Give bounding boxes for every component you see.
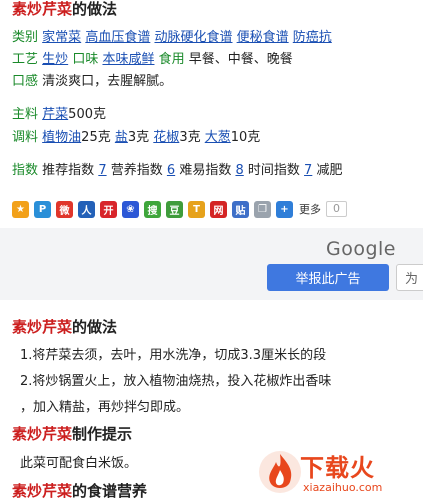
category-link[interactable]: 动脉硬化食谱 bbox=[154, 30, 232, 45]
index-value-link[interactable]: 8 bbox=[235, 163, 243, 178]
main-ingredient-link[interactable]: 芹菜 bbox=[42, 107, 68, 122]
main-label: 主料 bbox=[12, 107, 39, 122]
sohu-icon[interactable]: 搜 bbox=[144, 200, 161, 218]
craft-label: 工艺 bbox=[12, 52, 39, 67]
craft-link[interactable]: 生炒 bbox=[42, 52, 68, 67]
method-title-suffix: 的做法 bbox=[72, 318, 118, 336]
renren-icon[interactable]: 人 bbox=[78, 200, 95, 218]
method-step-2-cont: ，加入精盐，再炒拌匀即成。 bbox=[20, 400, 190, 415]
index-name: 推荐指数 bbox=[42, 163, 95, 178]
tips-text: 此菜可配食白米饭。 bbox=[20, 456, 138, 471]
dish-name: 素炒芹菜 bbox=[12, 318, 73, 336]
index-name: 营养指数 bbox=[110, 163, 163, 178]
seasoning-amount: 3克 bbox=[179, 130, 201, 145]
watermark-text: 下载火 bbox=[300, 454, 375, 482]
seasoning-link[interactable]: 花椒 bbox=[153, 130, 179, 145]
baidu-icon[interactable]: ❀ bbox=[122, 200, 139, 218]
method-heading: 素炒芹菜的做法 bbox=[12, 318, 117, 336]
index-name: 难易指数 bbox=[179, 163, 232, 178]
qzone-icon[interactable]: ★ bbox=[12, 200, 29, 218]
dish-name: 素炒芹菜 bbox=[12, 482, 73, 500]
tencent-weibo-icon[interactable]: P bbox=[34, 200, 51, 218]
index-name: 时间指数 bbox=[247, 163, 300, 178]
baidu-tieba-icon[interactable]: 贴 bbox=[232, 200, 249, 218]
taste-label: 口味 bbox=[72, 52, 99, 67]
craft-row: 工艺 生炒 口味 本味咸鲜 食用 早餐、中餐、晚餐 bbox=[12, 51, 293, 69]
index-value-link[interactable]: 7 bbox=[304, 163, 312, 178]
index-label: 指数 bbox=[12, 163, 39, 178]
dish-name: 素炒芹菜 bbox=[12, 425, 73, 443]
share-bar: ★ P 微 人 开 ❀ 搜 豆 T 网 贴 ❐ + 更多 0 bbox=[12, 198, 347, 220]
title-suffix: 的做法 bbox=[72, 0, 118, 18]
seasoning-link[interactable]: 大葱 bbox=[205, 130, 231, 145]
usage-label: 食用 bbox=[158, 52, 185, 67]
douban-icon[interactable]: 豆 bbox=[166, 200, 183, 218]
category-link[interactable]: 家常菜 bbox=[42, 30, 81, 45]
seasoning-amount: 3克 bbox=[127, 130, 150, 145]
category-row: 类别 家常菜 高血压食谱 动脉硬化食谱 便秘食谱 防癌抗 bbox=[12, 29, 332, 47]
category-link[interactable]: 便秘食谱 bbox=[237, 30, 289, 45]
share-count: 0 bbox=[326, 201, 347, 217]
seasoning-link[interactable]: 植物油 bbox=[42, 130, 81, 145]
index-value-link[interactable]: 6 bbox=[167, 163, 175, 178]
why-ad-button[interactable]: 为 bbox=[396, 264, 423, 291]
seasoning-amount: 25克 bbox=[81, 130, 111, 145]
mouthfeel-value: 清淡爽口，去腥解腻。 bbox=[42, 74, 173, 89]
category-label: 类别 bbox=[12, 30, 39, 45]
mouthfeel-row: 口感 清淡爽口，去腥解腻。 bbox=[12, 73, 172, 91]
category-link[interactable]: 高血压食谱 bbox=[85, 30, 150, 45]
google-logo: Google bbox=[326, 238, 397, 260]
seasoning-row: 调料 植物油25克 盐3克 花椒3克 大葱10克 bbox=[12, 129, 260, 147]
plus-icon[interactable]: + bbox=[276, 200, 293, 218]
sina-weibo-icon[interactable]: 微 bbox=[56, 200, 73, 218]
nutrition-title-suffix: 的食谱营养 bbox=[72, 482, 148, 500]
method-step-1: 1.将芹菜去须，去叶，用水洗净，切成3.3厘米长的段 bbox=[20, 348, 327, 363]
page-title: 素炒芹菜的做法 bbox=[12, 0, 117, 18]
main-amount: 500克 bbox=[68, 107, 106, 122]
mouthfeel-label: 口感 bbox=[12, 74, 39, 89]
main-ingredient-row: 主料 芹菜500克 bbox=[12, 106, 106, 124]
taste-link[interactable]: 本味咸鲜 bbox=[102, 52, 154, 67]
tianya-icon[interactable]: T bbox=[188, 200, 205, 218]
watermark-sub: xiazaihuo.com bbox=[303, 481, 383, 494]
index-row: 指数 推荐指数 7 营养指数 6 难易指数 8 时间指数 7 减肥 bbox=[12, 162, 342, 180]
kaixin-icon[interactable]: 开 bbox=[100, 200, 117, 218]
seasoning-label: 调料 bbox=[12, 130, 39, 145]
index-trailing: 减肥 bbox=[316, 163, 343, 178]
more-share-label[interactable]: 更多 bbox=[299, 201, 321, 217]
tips-title-suffix: 制作提示 bbox=[72, 425, 133, 443]
netease-icon[interactable]: 网 bbox=[210, 200, 227, 218]
copy-icon[interactable]: ❐ bbox=[254, 200, 271, 218]
nutrition-heading: 素炒芹菜的食谱营养 bbox=[12, 482, 147, 500]
usage-value: 早餐、中餐、晚餐 bbox=[188, 52, 293, 67]
tips-heading: 素炒芹菜制作提示 bbox=[12, 425, 132, 443]
category-link[interactable]: 防癌抗 bbox=[293, 30, 332, 45]
seasoning-link[interactable]: 盐 bbox=[115, 130, 128, 145]
method-step-2: 2.将炒锅置火上，放入植物油烧热，投入花椒炸出香味 bbox=[20, 374, 332, 389]
dish-name: 素炒芹菜 bbox=[12, 0, 73, 18]
report-ad-button[interactable]: 举报此广告 bbox=[267, 264, 389, 291]
index-value-link[interactable]: 7 bbox=[98, 163, 106, 178]
seasoning-amount: 10克 bbox=[230, 130, 261, 145]
